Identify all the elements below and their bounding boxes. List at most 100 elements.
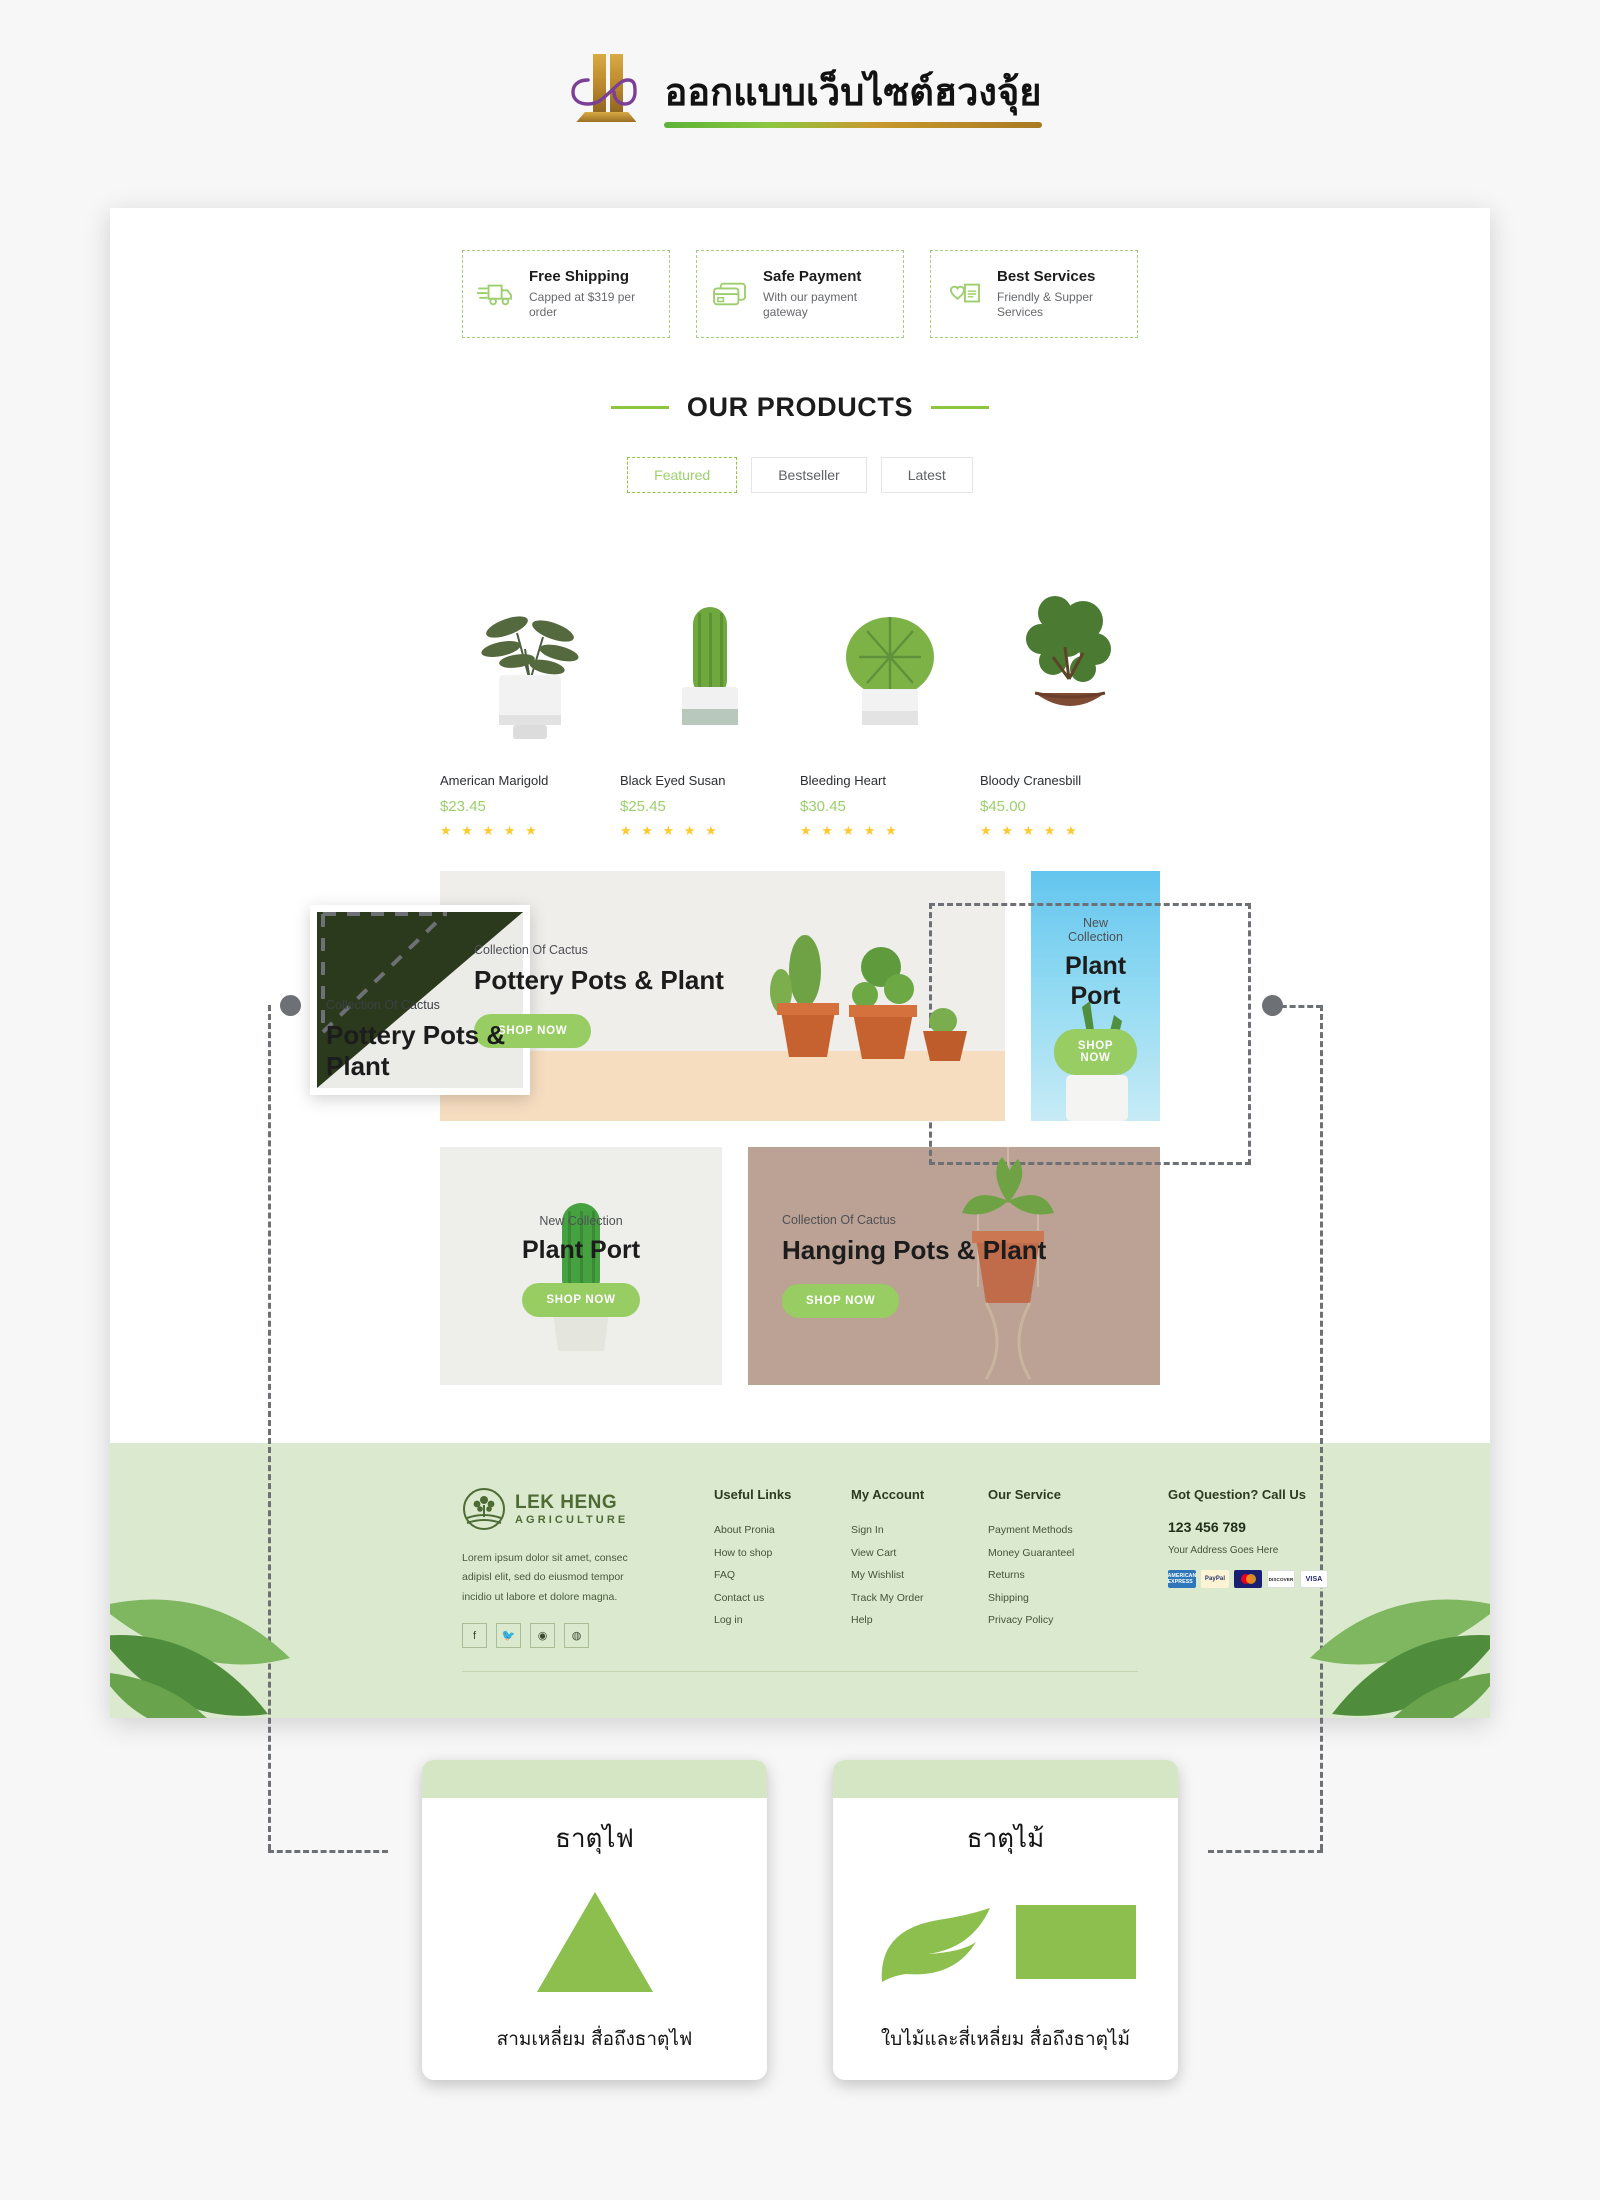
feature-free-shipping[interactable]: Free Shipping Capped at $319 per order bbox=[462, 250, 670, 338]
product-name: Bleeding Heart bbox=[800, 772, 886, 788]
footer-column-useful-links: Useful Links About Pronia How to shop FA… bbox=[714, 1487, 851, 1648]
product-grid: American Marigold $23.45 ★ ★ ★ ★ ★ Black… bbox=[110, 561, 1490, 839]
paypal-card-icon: PayPal bbox=[1201, 1570, 1229, 1588]
product-name: Bloody Cranesbill bbox=[980, 772, 1082, 788]
connector-line-right-vertical bbox=[1320, 1005, 1323, 1850]
shop-now-button[interactable]: SHOP NOW bbox=[782, 1284, 900, 1319]
footer-link[interactable]: My Wishlist bbox=[851, 1564, 988, 1587]
zoom-overlay-inner: Collection Of Cactus Pottery Pots & Plan… bbox=[317, 912, 523, 1088]
annotation-card-fire-element: ธาตุไฟ สามเหลี่ยม สื่อถึงธาตุไฟ bbox=[422, 1760, 767, 2080]
banner-plant-port-bottom[interactable]: New Collection Plant Port SHOP NOW bbox=[440, 1146, 722, 1385]
footer-address: Your Address Goes Here bbox=[1168, 1545, 1279, 1556]
footer-phone-number[interactable]: 123 456 789 bbox=[1168, 1519, 1348, 1535]
feature-subtitle: Capped at $319 per order bbox=[529, 289, 636, 320]
banner-title: Pottery Pots & Plant bbox=[474, 965, 724, 996]
brand-underline bbox=[664, 122, 1042, 128]
product-name: Black Eyed Susan bbox=[620, 772, 726, 788]
footer-link[interactable]: Payment Methods bbox=[988, 1519, 1168, 1542]
connector-dot-left bbox=[280, 995, 301, 1016]
facebook-icon[interactable]: f bbox=[462, 1623, 487, 1649]
feature-strip: Free Shipping Capped at $319 per order S… bbox=[110, 208, 1490, 338]
footer-column-heading: Our Service bbox=[988, 1487, 1061, 1502]
zoom-overlay-pottery-card: Collection Of Cactus Pottery Pots & Plan… bbox=[310, 905, 530, 1095]
annotation-title: ธาตุไฟ bbox=[555, 1823, 634, 1853]
footer-logo: LEK HENG AGRICULTURE bbox=[462, 1487, 714, 1531]
product-card[interactable]: American Marigold $23.45 ★ ★ ★ ★ ★ bbox=[440, 561, 620, 839]
footer-link[interactable]: Privacy Policy bbox=[988, 1609, 1168, 1632]
product-card[interactable]: Black Eyed Susan $25.45 ★ ★ ★ ★ ★ bbox=[620, 561, 800, 839]
footer-column-our-service: Our Service Payment Methods Money Guaran… bbox=[988, 1487, 1168, 1648]
footer-link[interactable]: Sign In bbox=[851, 1519, 988, 1542]
footer-link[interactable]: Track My Order bbox=[851, 1587, 988, 1610]
pinterest-icon[interactable]: ◉ bbox=[530, 1623, 555, 1649]
annotation-figure bbox=[833, 1859, 1178, 2024]
footer-link[interactable]: Shipping bbox=[988, 1587, 1168, 1610]
banner-hanging-pots[interactable]: Collection Of Cactus Hanging Pots & Plan… bbox=[748, 1146, 1160, 1385]
card-header-bar bbox=[422, 1760, 767, 1798]
footer-brand-column: LEK HENG AGRICULTURE Lorem ipsum dolor s… bbox=[462, 1487, 714, 1649]
shop-now-button[interactable]: SHOP NOW bbox=[1053, 1029, 1138, 1076]
product-price: $25.45 bbox=[620, 797, 666, 815]
promo-banner-row-2: New Collection Plant Port SHOP NOW Colle… bbox=[440, 1146, 1160, 1385]
amex-card-icon: AMERICAN EXPRESS bbox=[1168, 1570, 1196, 1588]
heart-card-icon bbox=[949, 283, 980, 303]
feature-title: Free Shipping bbox=[529, 268, 630, 285]
footer-columns: LEK HENG AGRICULTURE Lorem ipsum dolor s… bbox=[110, 1443, 1490, 1649]
annotation-title: ธาตุไม้ bbox=[966, 1823, 1045, 1853]
feature-title: Safe Payment bbox=[763, 268, 862, 285]
footer-column-my-account: My Account Sign In View Cart My Wishlist… bbox=[851, 1487, 988, 1648]
credit-card-icon bbox=[713, 282, 746, 306]
twitter-icon[interactable]: 🐦 bbox=[496, 1623, 521, 1649]
site-footer: LEK HENG AGRICULTURE Lorem ipsum dolor s… bbox=[110, 1443, 1490, 1718]
footer-link[interactable]: FAQ bbox=[714, 1564, 851, 1587]
product-image-leafy-plant bbox=[440, 561, 620, 751]
tab-bestseller[interactable]: Bestseller bbox=[751, 456, 867, 493]
banner-subtitle: Collection Of Cactus bbox=[474, 943, 588, 958]
section-title: OUR PRODUCTS bbox=[686, 391, 914, 422]
leaf-shape-icon bbox=[881, 1907, 990, 1982]
triangle-shape-icon bbox=[536, 1891, 653, 1992]
footer-link[interactable]: About Pronia bbox=[714, 1519, 851, 1542]
product-name: American Marigold bbox=[440, 772, 549, 788]
footer-divider bbox=[462, 1671, 1138, 1672]
annotation-figure bbox=[422, 1859, 767, 2024]
rectangle-shape-icon bbox=[1015, 1904, 1136, 1979]
footer-brand-name: LEK HENG bbox=[515, 1491, 618, 1513]
footer-column-contact: Got Question? Call Us 123 456 789 Your A… bbox=[1168, 1487, 1348, 1648]
product-price: $23.45 bbox=[440, 797, 486, 815]
footer-brand-sub: AGRICULTURE bbox=[515, 1513, 629, 1526]
tab-latest[interactable]: Latest bbox=[880, 456, 973, 493]
banner-subtitle: New Collection bbox=[539, 1213, 623, 1228]
footer-link[interactable]: Returns bbox=[988, 1564, 1168, 1587]
footer-link[interactable]: View Cart bbox=[851, 1542, 988, 1565]
footer-column-heading: Useful Links bbox=[714, 1487, 792, 1502]
product-card[interactable]: Bloody Cranesbill $45.00 ★ ★ ★ ★ ★ bbox=[980, 561, 1160, 839]
feature-safe-payment[interactable]: Safe Payment With our payment gateway bbox=[696, 250, 904, 338]
visa-card-icon: VISA bbox=[1300, 1570, 1328, 1588]
feature-best-services[interactable]: Best Services Friendly & Supper Services bbox=[930, 250, 1138, 338]
connector-line-right-horizontal-bottom bbox=[1208, 1850, 1323, 1853]
page-title: ออกแบบเว็บไซต์ฮวงจุ้ย bbox=[664, 72, 1042, 115]
footer-contact-heading: Got Question? Call Us bbox=[1168, 1487, 1306, 1502]
brand-title-wrap: ออกแบบเว็บไซต์ฮวงจุ้ย bbox=[664, 72, 1042, 128]
footer-link[interactable]: How to shop bbox=[714, 1542, 851, 1565]
product-image-round-cactus bbox=[800, 561, 980, 751]
product-filter-tabs: Featured Bestseller Latest bbox=[110, 456, 1490, 493]
product-card[interactable]: Bleeding Heart $30.45 ★ ★ ★ ★ ★ bbox=[800, 561, 980, 839]
footer-social-links: f 🐦 ◉ ◍ bbox=[462, 1623, 714, 1649]
tab-featured[interactable]: Featured bbox=[627, 456, 738, 493]
footer-link[interactable]: Help bbox=[851, 1609, 988, 1632]
shop-now-button[interactable]: SHOP NOW bbox=[522, 1283, 640, 1318]
product-image-bonsai bbox=[980, 561, 1160, 751]
footer-link[interactable]: Log in bbox=[714, 1609, 851, 1632]
annotation-caption: สามเหลี่ยม สื่อถึงธาตุไฟ bbox=[496, 2029, 693, 2050]
heading-rule-left bbox=[610, 405, 669, 409]
dribbble-icon[interactable]: ◍ bbox=[564, 1623, 589, 1649]
banner-subtitle: Collection Of Cactus bbox=[782, 1213, 896, 1228]
banner-subtitle: New Collection bbox=[1068, 916, 1123, 945]
infinity-pillar-logo-icon bbox=[558, 48, 650, 128]
overlay-title: Pottery Pots & Plant bbox=[326, 1020, 506, 1082]
footer-link[interactable]: Money Guaranteel bbox=[988, 1542, 1168, 1565]
footer-link[interactable]: Contact us bbox=[714, 1587, 851, 1610]
banner-title: Plant Port bbox=[1064, 952, 1127, 1010]
